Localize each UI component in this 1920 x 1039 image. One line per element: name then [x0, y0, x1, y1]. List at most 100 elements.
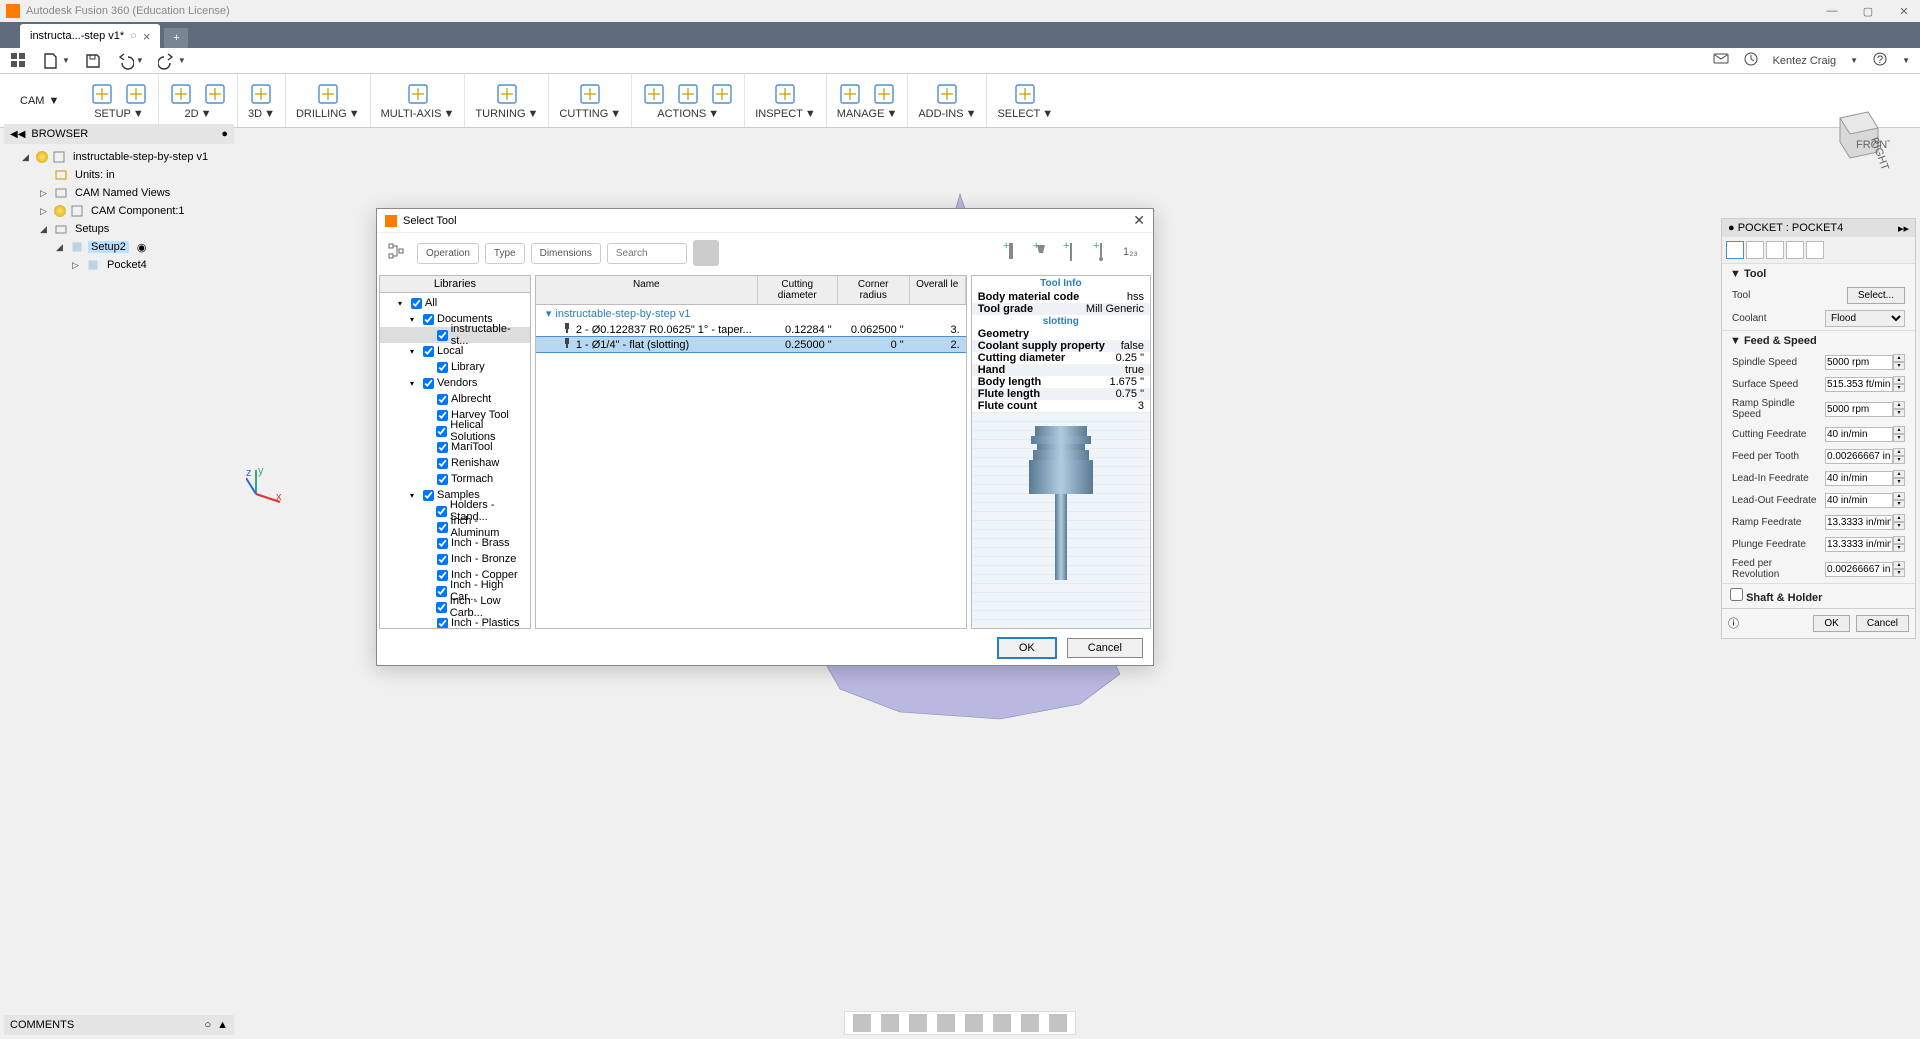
- tree-view-icon[interactable]: [383, 238, 411, 269]
- library-checkbox[interactable]: [437, 362, 448, 373]
- browser-settings-icon[interactable]: ●: [221, 128, 228, 140]
- spin-down[interactable]: ▾: [1893, 362, 1905, 370]
- library-checkbox[interactable]: [437, 458, 448, 469]
- look-icon[interactable]: [881, 1014, 899, 1032]
- tree-component[interactable]: ▷CAM Component:1: [4, 202, 234, 220]
- grid-icon[interactable]: [1021, 1014, 1039, 1032]
- spin-down[interactable]: ▾: [1893, 544, 1905, 552]
- ribbon-group-setup[interactable]: SETUP▼: [80, 74, 159, 127]
- spin-up[interactable]: ▴: [1893, 561, 1905, 569]
- param-input[interactable]: [1825, 355, 1893, 370]
- spin-down[interactable]: ▾: [1893, 569, 1905, 577]
- ribbon-group-add-ins[interactable]: ADD-INS▼: [908, 74, 987, 127]
- library-item[interactable]: ▾Vendors: [380, 375, 530, 391]
- ribbon-icon[interactable]: [203, 82, 227, 106]
- jobs-icon[interactable]: [1743, 51, 1759, 70]
- ribbon-icon[interactable]: [1013, 82, 1037, 106]
- pocket-ok-button[interactable]: OK: [1813, 615, 1849, 632]
- spin-up[interactable]: ▴: [1893, 376, 1905, 384]
- browser-header[interactable]: ◀◀ BROWSER ●: [4, 124, 234, 144]
- help-icon[interactable]: ?: [1872, 51, 1888, 70]
- workspace-switcher[interactable]: CAM▼: [20, 95, 80, 107]
- window-minimize[interactable]: —: [1822, 5, 1842, 18]
- dialog-ok-button[interactable]: OK: [997, 637, 1057, 659]
- param-input[interactable]: [1825, 515, 1893, 530]
- spin-up[interactable]: ▴: [1893, 514, 1905, 522]
- select-tool-button[interactable]: Select...: [1847, 287, 1905, 304]
- library-item[interactable]: Helical Solutions: [380, 423, 530, 439]
- window-close[interactable]: ✕: [1894, 5, 1914, 18]
- library-checkbox[interactable]: [437, 474, 448, 485]
- library-item[interactable]: Inch - Brass: [380, 535, 530, 551]
- library-checkbox[interactable]: [437, 394, 448, 405]
- library-checkbox[interactable]: [437, 618, 448, 629]
- spin-down[interactable]: ▾: [1893, 500, 1905, 508]
- ribbon-group-3d[interactable]: 3D▼: [238, 74, 286, 127]
- browser-collapse-icon[interactable]: ◀◀: [10, 129, 25, 140]
- tab-tool[interactable]: [1726, 241, 1744, 259]
- file-menu[interactable]: ▼: [42, 52, 70, 70]
- library-item[interactable]: ▾All: [380, 295, 530, 311]
- library-item[interactable]: Tormach: [380, 471, 530, 487]
- param-input[interactable]: [1825, 471, 1893, 486]
- coolant-select[interactable]: Flood: [1825, 310, 1905, 327]
- viewports-icon[interactable]: [1049, 1014, 1067, 1032]
- ribbon-icon[interactable]: [495, 82, 519, 106]
- new-tab-button[interactable]: +: [164, 28, 188, 48]
- library-checkbox[interactable]: [423, 346, 434, 357]
- renumber-icon[interactable]: 1₂₃: [1121, 239, 1147, 267]
- filter-type[interactable]: Type: [485, 243, 525, 264]
- ribbon-group-2d[interactable]: 2D▼: [159, 74, 238, 127]
- spin-up[interactable]: ▴: [1893, 448, 1905, 456]
- library-checkbox[interactable]: [437, 330, 448, 341]
- ribbon-icon[interactable]: [642, 82, 666, 106]
- user-name[interactable]: Kentez Craig: [1773, 55, 1837, 67]
- tree-setup2[interactable]: ◢Setup2◉: [4, 238, 234, 256]
- col-name[interactable]: Name: [536, 276, 758, 304]
- ribbon-group-turning[interactable]: TURNING▼: [465, 74, 549, 127]
- library-item[interactable]: Inch - Aluminum: [380, 519, 530, 535]
- library-checkbox[interactable]: [436, 506, 447, 517]
- tab-heights[interactable]: [1766, 241, 1784, 259]
- library-item[interactable]: Renishaw: [380, 455, 530, 471]
- ribbon-icon[interactable]: [838, 82, 862, 106]
- library-checkbox[interactable]: [411, 298, 422, 309]
- ribbon-icon[interactable]: [578, 82, 602, 106]
- visibility-icon[interactable]: [36, 151, 48, 163]
- view-cube[interactable]: FRONT RIGHT: [1820, 100, 1890, 170]
- library-item[interactable]: Albrecht: [380, 391, 530, 407]
- search-input[interactable]: [607, 243, 687, 264]
- param-input[interactable]: [1825, 562, 1893, 577]
- data-panel-button[interactable]: [10, 52, 28, 70]
- tab-passes[interactable]: [1786, 241, 1804, 259]
- pocket-cancel-button[interactable]: Cancel: [1856, 615, 1909, 632]
- param-input[interactable]: [1825, 377, 1893, 392]
- section-tool[interactable]: ▼ Tool: [1722, 264, 1915, 284]
- library-item[interactable]: Inch - Low Carb...: [380, 599, 530, 615]
- library-checkbox[interactable]: [437, 570, 448, 581]
- ribbon-group-select[interactable]: SELECT▼: [987, 74, 1063, 127]
- tab-close-icon[interactable]: ×: [143, 29, 151, 44]
- panel-expand-icon[interactable]: ▸▸: [1898, 222, 1909, 235]
- library-checkbox[interactable]: [423, 314, 434, 325]
- filter-operation[interactable]: Operation: [417, 243, 479, 264]
- library-checkbox[interactable]: [437, 442, 448, 453]
- ribbon-group-drilling[interactable]: DRILLING▼: [286, 74, 371, 127]
- param-input[interactable]: [1825, 537, 1893, 552]
- orbit-icon[interactable]: [853, 1014, 871, 1032]
- section-shaft-holder[interactable]: Shaft & Holder: [1722, 584, 1915, 608]
- spin-down[interactable]: ▾: [1893, 434, 1905, 442]
- messages-icon[interactable]: [1713, 51, 1729, 70]
- param-input[interactable]: [1825, 427, 1893, 442]
- ribbon-icon[interactable]: [249, 82, 273, 106]
- library-checkbox[interactable]: [423, 490, 434, 501]
- tree-named-views[interactable]: ▷CAM Named Views: [4, 184, 234, 202]
- dialog-cancel-button[interactable]: Cancel: [1067, 638, 1143, 658]
- tool-row[interactable]: 2 - Ø0.122837 R0.0625" 1° - taper... 0.1…: [536, 322, 966, 337]
- dialog-close-icon[interactable]: ✕: [1133, 212, 1145, 229]
- library-checkbox[interactable]: [437, 554, 448, 565]
- dialog-titlebar[interactable]: Select Tool ✕: [377, 209, 1153, 233]
- spin-up[interactable]: ▴: [1893, 470, 1905, 478]
- shaft-holder-checkbox[interactable]: [1730, 588, 1743, 601]
- ribbon-icon[interactable]: [169, 82, 193, 106]
